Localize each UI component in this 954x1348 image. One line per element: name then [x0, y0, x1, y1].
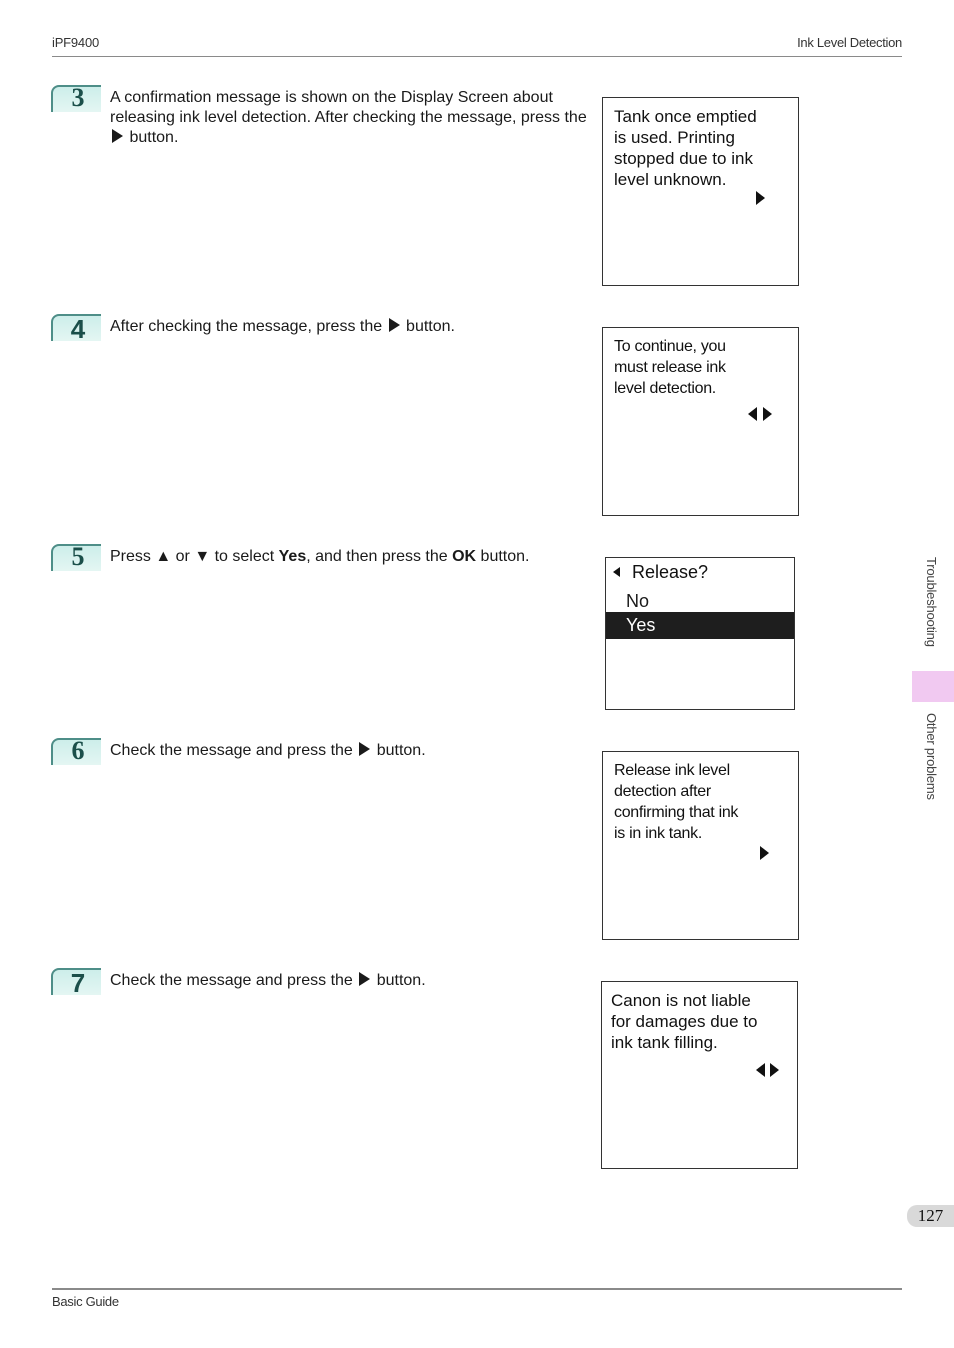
display-screen: Canon is not liable for damages due to i… — [601, 981, 798, 1169]
step-instruction: A confirmation message is shown on the D… — [110, 89, 587, 146]
display-message: Release ink level detection after confir… — [614, 762, 739, 842]
side-tab-other-problems[interactable]: Other problems — [924, 713, 939, 800]
header-divider — [52, 56, 902, 57]
back-arrow-icon — [613, 567, 620, 577]
step-number-badge: 4 — [51, 314, 101, 344]
header-model: iPF9400 — [52, 35, 100, 50]
right-arrow-icon — [770, 1063, 779, 1077]
step-instruction: Press ▲ or ▼ to select Yes, and then pre… — [110, 548, 530, 565]
display-message: Canon is not liable for damages due to i… — [611, 991, 758, 1052]
display-screen: To continue, you must release ink level … — [602, 327, 799, 516]
down-arrow-icon: ▼ — [194, 548, 211, 565]
display-screen: Tank once emptied is used. Printing stop… — [602, 97, 799, 286]
step-number-badge: 7 — [51, 968, 101, 998]
step-instruction: Check the message and press the button. — [110, 742, 426, 759]
step-number-badge: 6 — [51, 736, 101, 765]
display-message: To continue, you must release ink level … — [614, 338, 726, 397]
display-screen: Release ink level detection after confir… — [602, 751, 799, 940]
right-arrow-icon — [763, 407, 772, 421]
display-message: Tank once emptied is used. Printing stop… — [614, 107, 757, 189]
right-arrow-icon — [359, 742, 371, 756]
right-arrow-icon — [760, 846, 769, 860]
right-arrow-icon — [112, 129, 123, 143]
footer-guide-title: Basic Guide — [52, 1294, 119, 1309]
side-tab-marker — [912, 671, 954, 702]
side-tab-troubleshooting[interactable]: Troubleshooting — [924, 557, 939, 647]
page-number: 127 — [907, 1205, 954, 1227]
step-instruction: After checking the message, press the bu… — [110, 318, 455, 335]
header-section-title: Ink Level Detection — [797, 35, 902, 50]
footer-divider — [52, 1288, 902, 1290]
right-arrow-icon — [359, 972, 371, 986]
left-arrow-icon — [748, 407, 757, 421]
display-screen-menu: Release? No Yes — [605, 557, 795, 710]
up-arrow-icon: ▲ — [155, 548, 172, 565]
menu-option-yes-selected[interactable]: Yes — [606, 612, 794, 639]
step-number-badge: 3 — [51, 83, 101, 112]
menu-title: Release? — [632, 562, 709, 582]
right-arrow-icon — [388, 318, 400, 332]
right-arrow-icon — [756, 191, 765, 205]
step-instruction: Check the message and press the button. — [110, 972, 426, 989]
menu-option-no[interactable]: No — [606, 588, 794, 615]
step-number-badge: 5 — [51, 542, 101, 571]
left-arrow-icon — [756, 1063, 765, 1077]
